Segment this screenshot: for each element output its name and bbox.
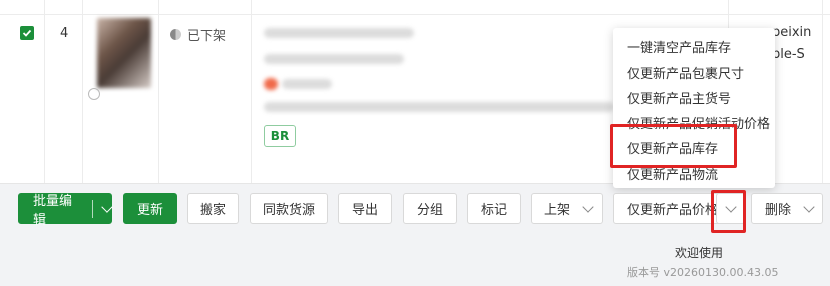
group-button[interactable]: 分组	[403, 193, 457, 224]
welcome-text: 欢迎使用	[675, 246, 724, 260]
delete-dropdown-button[interactable]: 删除	[751, 193, 823, 224]
export-button[interactable]: 导出	[338, 193, 392, 224]
column-divider	[158, 0, 159, 183]
menu-item-clear-stock[interactable]: 一键清空产品库存	[627, 37, 731, 56]
chevron-down-icon[interactable]	[101, 200, 113, 213]
same-source-button[interactable]: 同款货源	[250, 193, 328, 224]
row-index: 4	[60, 26, 69, 41]
row-checkbox[interactable]	[20, 26, 34, 40]
product-title-blurred	[264, 28, 414, 38]
menu-item-update-package-size[interactable]: 仅更新产品包裹尺寸	[627, 63, 744, 82]
update-options-menu: 一键清空产品库存 仅更新产品包裹尺寸 仅更新产品主货号 仅更新产品促销活动价格 …	[613, 28, 775, 188]
status-label: 已下架	[187, 29, 227, 44]
menu-item-update-stock[interactable]: 仅更新产品库存	[627, 138, 718, 157]
product-sku-blurred	[264, 54, 404, 64]
column-divider	[251, 0, 252, 183]
move-button[interactable]: 搬家	[187, 193, 239, 224]
product-status: 已下架	[170, 25, 226, 44]
listing-label: 上架	[544, 203, 571, 218]
column-divider	[44, 0, 45, 183]
seller-type-partial: ple-S	[772, 47, 805, 62]
split-divider	[92, 199, 94, 218]
chevron-down-icon	[724, 200, 737, 213]
version-text: 版本号 v20260130.00.43.05	[627, 266, 779, 279]
status-icon	[170, 29, 181, 40]
listing-dropdown-button[interactable]: 上架	[531, 193, 603, 224]
product-price-blurred	[282, 79, 332, 89]
row-divider	[0, 14, 830, 15]
update-price-label: 仅更新产品价格	[627, 203, 719, 218]
check-icon	[22, 29, 32, 37]
menu-item-update-logistics[interactable]: 仅更新产品物流	[627, 164, 718, 183]
chevron-down-icon	[803, 200, 815, 213]
batch-edit-label: 批量编辑	[33, 193, 73, 228]
batch-edit-button[interactable]: 批量编辑	[18, 193, 113, 228]
column-divider	[82, 0, 83, 183]
product-thumbnail[interactable]	[97, 18, 151, 88]
mark-button[interactable]: 标记	[467, 193, 521, 224]
menu-item-update-promo-price[interactable]: 仅更新产品促销活动价格	[627, 113, 770, 132]
update-button[interactable]: 更新	[123, 193, 177, 224]
menu-item-update-main-sku[interactable]: 仅更新产品主货号	[627, 88, 731, 107]
site-tag: BR	[264, 125, 296, 147]
price-icon-blurred	[264, 78, 278, 90]
image-icon	[88, 88, 100, 100]
seller-name-partial: peixin	[772, 25, 812, 40]
column-divider	[822, 0, 823, 183]
product-url-blurred	[264, 102, 614, 112]
delete-label: 删除	[765, 203, 792, 218]
chevron-down-icon	[582, 200, 594, 213]
update-options-toggle[interactable]	[716, 193, 745, 224]
